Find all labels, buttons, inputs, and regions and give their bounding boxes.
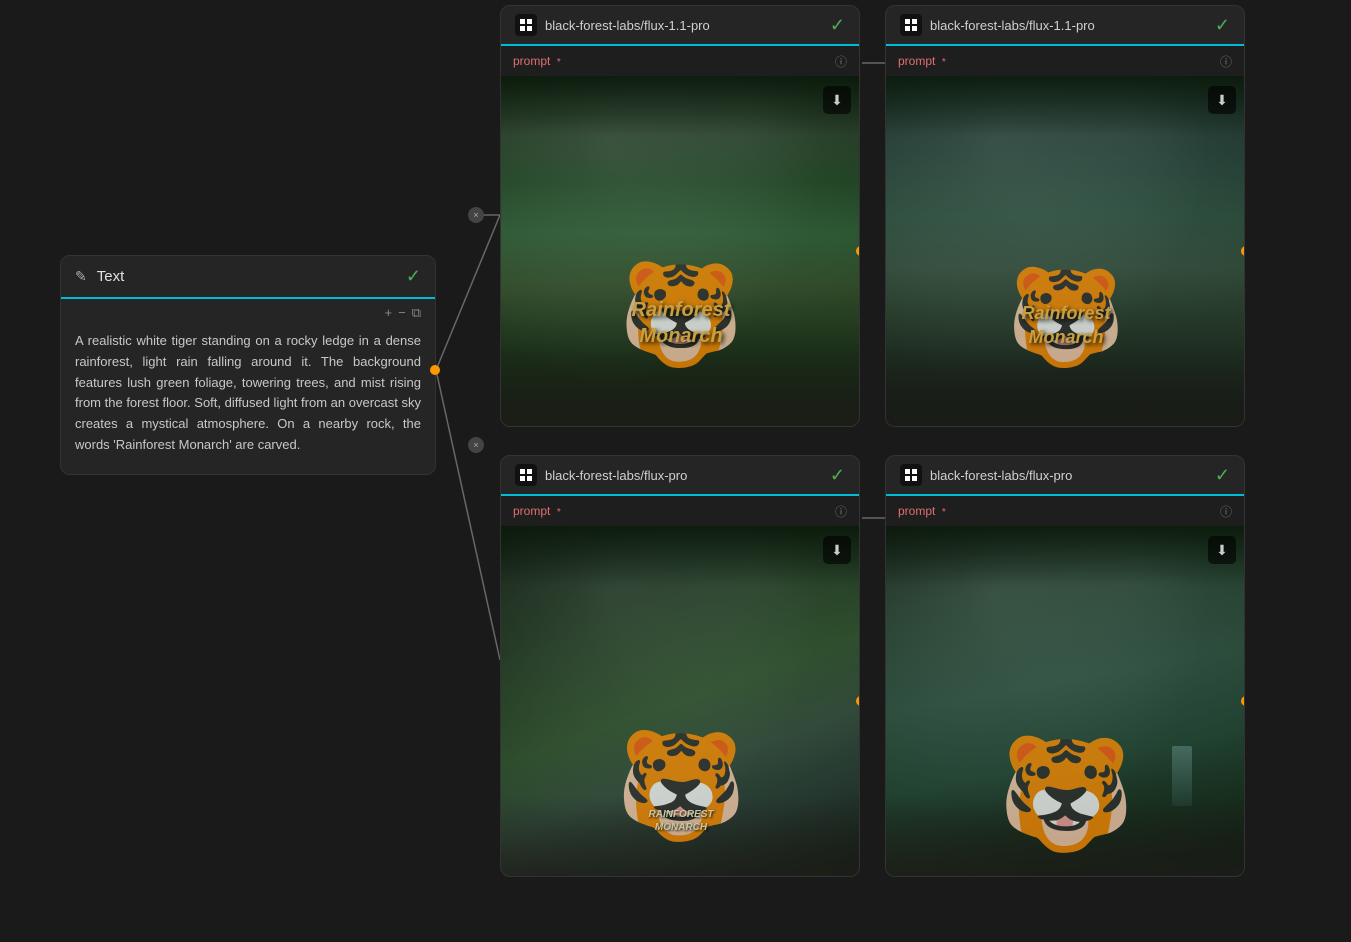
watermark-tl: RainforestMonarch [632,297,731,349]
model-icon-bl [515,464,537,486]
prompt-asterisk-tl: * [557,57,561,68]
text-node-output-dot[interactable] [430,365,440,375]
prompt-label-tr: prompt [898,54,935,68]
image-node-tl: black-forest-labs/flux-1.1-pro ✓ prompt … [500,5,860,427]
image-container-tr: 🐯 RainforestMonarch ⬇ [886,76,1245,426]
text-node-title: Text [97,268,125,285]
info-icon-bl[interactable]: ⓘ [835,503,847,520]
image-container-tl: 🐯 RainforestMonarch ⬇ [501,76,860,426]
prompt-bar-bl: prompt * ⓘ [501,496,859,526]
text-node: ✎ Text ✓ + − ⧉ A realistic white tiger s… [60,255,436,475]
download-btn-tr[interactable]: ⬇ [1208,86,1236,114]
prompt-asterisk-bl: * [557,507,561,518]
text-node-content: A realistic white tiger standing on a ro… [61,321,435,474]
minus-button[interactable]: − [398,305,406,321]
prompt-bar-tr: prompt * ⓘ [886,46,1244,76]
copy-button[interactable]: ⧉ [412,305,421,321]
text-node-toolbar: + − ⧉ [61,299,435,321]
image-node-tr: black-forest-labs/flux-1.1-pro ✓ prompt … [885,5,1245,427]
model-icon-br [900,464,922,486]
edge-dot-br[interactable] [1241,696,1245,706]
prompt-asterisk-br: * [942,507,946,518]
image-node-br: black-forest-labs/flux-pro ✓ prompt * ⓘ … [885,455,1245,877]
prompt-asterisk-tr: * [942,57,946,68]
prompt-bar-br: prompt * ⓘ [886,496,1244,526]
edge-dot-tr[interactable] [1241,246,1245,256]
info-icon-br[interactable]: ⓘ [1220,503,1232,520]
edge-dot-tl[interactable] [856,246,860,256]
model-name-br: black-forest-labs/flux-pro [930,468,1072,483]
check-icon-br: ✓ [1215,465,1230,486]
image-node-bl: black-forest-labs/flux-pro ✓ prompt * ⓘ … [500,455,860,877]
download-btn-br[interactable]: ⬇ [1208,536,1236,564]
model-name-bl: black-forest-labs/flux-pro [545,468,687,483]
text-node-header: ✎ Text ✓ [61,256,435,299]
edit-icon: ✎ [75,268,87,285]
image-container-br: 🐯 ⬇ [886,526,1245,876]
prompt-label-br: prompt [898,504,935,518]
watermark-tr: RainforestMonarch [1021,302,1110,349]
check-icon-tl: ✓ [830,15,845,36]
image-node-header-tl: black-forest-labs/flux-1.1-pro ✓ [501,6,859,46]
info-icon-tr[interactable]: ⓘ [1220,53,1232,70]
model-name-tr: black-forest-labs/flux-1.1-pro [930,18,1095,33]
image-node-header-br: black-forest-labs/flux-pro ✓ [886,456,1244,496]
model-icon-tl [515,14,537,36]
prompt-label-bl: prompt [513,504,550,518]
info-icon-tl[interactable]: ⓘ [835,53,847,70]
prompt-bar-tl: prompt * ⓘ [501,46,859,76]
connector-circle-bottom[interactable]: × [468,437,484,453]
model-icon-tr [900,14,922,36]
add-button[interactable]: + [385,305,393,321]
check-icon-bl: ✓ [830,465,845,486]
download-btn-bl[interactable]: ⬇ [823,536,851,564]
watermark-bl: RAINFORESTMONARCH [649,808,714,834]
prompt-label-tl: prompt [513,54,550,68]
tiger-shape-br: 🐯 [998,730,1135,859]
edge-dot-bl[interactable] [856,696,860,706]
check-icon-tr: ✓ [1215,15,1230,36]
download-btn-tl[interactable]: ⬇ [823,86,851,114]
image-node-header-tr: black-forest-labs/flux-1.1-pro ✓ [886,6,1244,46]
connector-circle-top[interactable]: × [468,207,484,223]
model-name-tl: black-forest-labs/flux-1.1-pro [545,18,710,33]
main-canvas: ✎ Text ✓ + − ⧉ A realistic white tiger s… [0,0,1351,942]
image-container-bl: 🐯 RAINFORESTMONARCH ⬇ [501,526,860,876]
image-node-header-bl: black-forest-labs/flux-pro ✓ [501,456,859,496]
check-icon: ✓ [406,266,421,287]
